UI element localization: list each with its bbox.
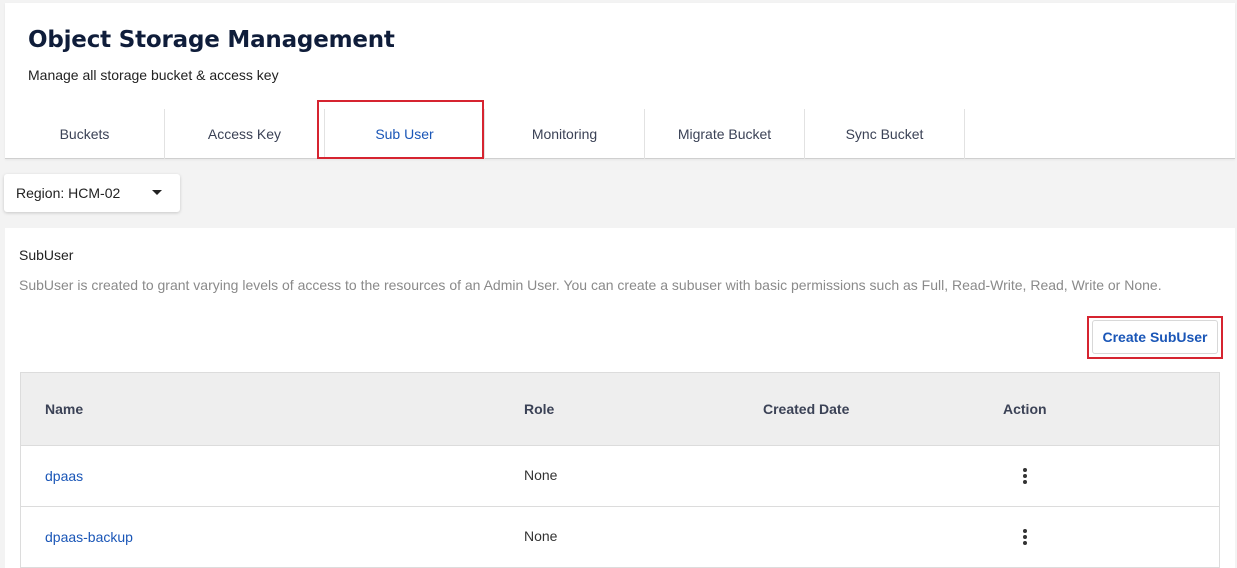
tab-label: Sync Bucket <box>845 126 924 142</box>
section-title: SubUser <box>19 247 74 263</box>
subuser-card: SubUser SubUser is created to grant vary… <box>5 228 1235 568</box>
tab-label: Sub User <box>375 126 434 142</box>
tab-buckets[interactable]: Buckets <box>5 109 165 159</box>
region-select[interactable]: Region: HCM-02 <box>4 174 180 212</box>
page-subtitle: Manage all storage bucket & access key <box>28 67 279 83</box>
subuser-table: Name Role Created Date Action dpaas None… <box>20 372 1220 568</box>
create-subuser-button[interactable]: Create SubUser <box>1092 320 1218 354</box>
subuser-role: None <box>524 528 558 544</box>
more-vert-icon[interactable] <box>1017 527 1033 547</box>
section-description: SubUser is created to grant varying leve… <box>19 277 1162 293</box>
subuser-name-link[interactable]: dpaas-backup <box>45 529 133 545</box>
tab-label: Monitoring <box>531 126 598 142</box>
tab-label: Access Key <box>207 126 282 142</box>
table-row: dpaas None <box>21 446 1219 507</box>
tab-label: Buckets <box>59 126 110 142</box>
tab-label: Migrate Bucket <box>677 126 772 142</box>
tab-monitoring[interactable]: Monitoring <box>485 109 645 159</box>
region-label: Region: HCM-02 <box>16 185 121 201</box>
tab-bar: Buckets Access Key Sub User Monitoring M… <box>5 109 965 159</box>
table-header: Name Role Created Date Action <box>21 373 1219 446</box>
caret-down-icon <box>152 190 162 195</box>
column-header-role: Role <box>524 401 555 417</box>
more-vert-icon[interactable] <box>1017 466 1033 486</box>
tab-access-key[interactable]: Access Key <box>165 109 325 159</box>
subuser-name-link[interactable]: dpaas <box>45 468 83 484</box>
header-card: Object Storage Management Manage all sto… <box>5 3 1235 159</box>
table-row: dpaas-backup None <box>21 507 1219 568</box>
column-header-action: Action <box>1003 401 1047 417</box>
tab-sub-user[interactable]: Sub User <box>325 109 485 159</box>
column-header-name: Name <box>45 401 84 417</box>
column-header-created-date: Created Date <box>763 401 850 417</box>
page-title: Object Storage Management <box>28 27 395 53</box>
tab-migrate-bucket[interactable]: Migrate Bucket <box>645 109 805 159</box>
tab-sync-bucket[interactable]: Sync Bucket <box>805 109 965 159</box>
subuser-role: None <box>524 467 558 483</box>
